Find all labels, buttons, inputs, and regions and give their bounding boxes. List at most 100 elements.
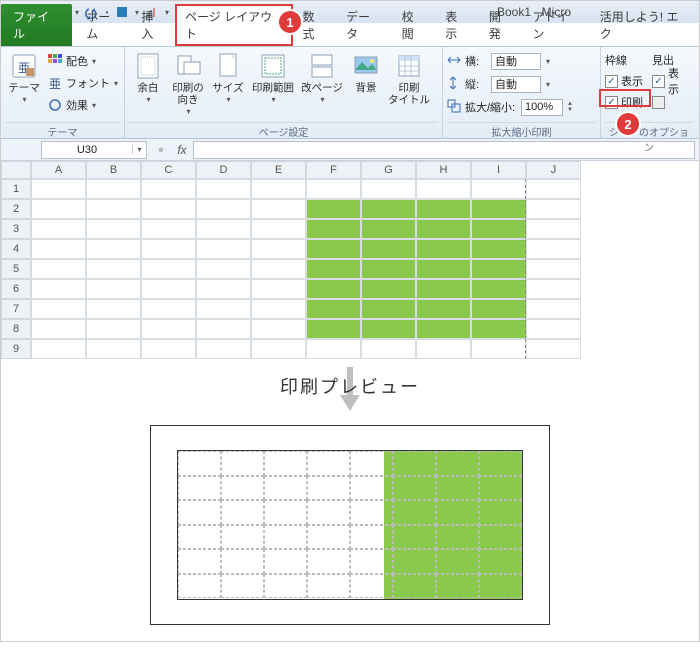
cell[interactable] — [196, 259, 251, 279]
cell[interactable] — [86, 179, 141, 199]
cell[interactable] — [31, 239, 86, 259]
cell[interactable] — [86, 339, 141, 359]
cell[interactable] — [306, 239, 361, 259]
row-header[interactable]: 9 — [1, 339, 31, 359]
cell[interactable] — [141, 339, 196, 359]
scale-height-value[interactable]: 自動 — [491, 76, 541, 93]
cell[interactable] — [31, 319, 86, 339]
cell[interactable] — [306, 339, 361, 359]
btn-margins[interactable]: 余白▾ — [129, 49, 167, 104]
tab-data[interactable]: データ — [336, 4, 391, 46]
name-box[interactable]: U30 ▾ — [41, 141, 147, 159]
tab-insert[interactable]: 挿入 — [131, 4, 175, 46]
cell[interactable] — [526, 279, 581, 299]
cell[interactable] — [251, 239, 306, 259]
cell[interactable] — [526, 219, 581, 239]
cell[interactable] — [31, 219, 86, 239]
col-header[interactable]: G — [361, 161, 416, 179]
cell[interactable] — [86, 239, 141, 259]
cell[interactable] — [31, 339, 86, 359]
cell[interactable] — [196, 339, 251, 359]
cell[interactable] — [361, 179, 416, 199]
col-header[interactable]: J — [526, 161, 581, 179]
cell[interactable] — [196, 319, 251, 339]
cell[interactable] — [471, 339, 526, 359]
worksheet-grid[interactable]: A B C D E F G H I J 123456789 — [1, 161, 699, 359]
cell[interactable] — [471, 199, 526, 219]
cell[interactable] — [471, 319, 526, 339]
row-header[interactable]: 4 — [1, 239, 31, 259]
cell[interactable] — [526, 339, 581, 359]
tab-review[interactable]: 校閲 — [392, 4, 436, 46]
chevron-down-icon[interactable]: ▾ — [546, 57, 550, 66]
cell[interactable] — [471, 279, 526, 299]
tab-file[interactable]: ファイル — [1, 4, 72, 46]
spinner-icon[interactable]: ▲▼ — [567, 101, 573, 113]
btn-print-titles[interactable]: 印刷 タイトル — [387, 49, 431, 106]
btn-colors[interactable]: 配色▾ — [45, 51, 120, 71]
cell[interactable] — [31, 279, 86, 299]
cell[interactable] — [471, 259, 526, 279]
cell[interactable] — [251, 319, 306, 339]
chk-headings-view[interactable]: ✓表示 — [652, 72, 693, 90]
cell[interactable] — [141, 259, 196, 279]
row-header[interactable]: 2 — [1, 199, 31, 219]
col-header[interactable]: A — [31, 161, 86, 179]
col-header[interactable]: H — [416, 161, 471, 179]
cell[interactable] — [31, 199, 86, 219]
cell[interactable] — [416, 219, 471, 239]
row-header[interactable]: 8 — [1, 319, 31, 339]
cell[interactable] — [141, 179, 196, 199]
chk-headings-print[interactable] — [652, 93, 693, 111]
scale-width-value[interactable]: 自動 — [491, 53, 541, 70]
cell[interactable] — [471, 179, 526, 199]
cell[interactable] — [361, 239, 416, 259]
cell[interactable] — [251, 199, 306, 219]
cell[interactable] — [526, 319, 581, 339]
cell[interactable] — [526, 199, 581, 219]
cell[interactable] — [31, 259, 86, 279]
cell[interactable] — [416, 259, 471, 279]
cell[interactable] — [196, 219, 251, 239]
cell[interactable] — [141, 239, 196, 259]
cell[interactable] — [361, 259, 416, 279]
btn-fonts[interactable]: 亜フォント▾ — [45, 73, 120, 93]
row-header[interactable]: 7 — [1, 299, 31, 319]
cell[interactable] — [141, 199, 196, 219]
col-header[interactable]: B — [86, 161, 141, 179]
cell[interactable] — [361, 299, 416, 319]
cell[interactable] — [86, 219, 141, 239]
cell[interactable] — [416, 319, 471, 339]
cell[interactable] — [416, 179, 471, 199]
cell[interactable] — [416, 299, 471, 319]
cell[interactable] — [31, 179, 86, 199]
tab-home[interactable]: ホーム — [76, 4, 131, 46]
cell[interactable] — [86, 259, 141, 279]
cell[interactable] — [361, 339, 416, 359]
row-header[interactable]: 3 — [1, 219, 31, 239]
cell[interactable] — [86, 299, 141, 319]
cell[interactable] — [361, 199, 416, 219]
cell[interactable] — [306, 219, 361, 239]
cell[interactable] — [251, 179, 306, 199]
cell[interactable] — [196, 279, 251, 299]
col-header[interactable]: C — [141, 161, 196, 179]
btn-print-area[interactable]: 印刷範囲▾ — [249, 49, 297, 104]
tab-developer[interactable]: 開発 — [479, 4, 523, 46]
cell[interactable] — [361, 319, 416, 339]
cell[interactable] — [471, 219, 526, 239]
cell[interactable] — [306, 319, 361, 339]
cell[interactable] — [306, 279, 361, 299]
cell[interactable] — [251, 299, 306, 319]
tab-page-layout[interactable]: ページ レイアウト — [175, 4, 293, 46]
cell[interactable] — [306, 259, 361, 279]
cell[interactable] — [196, 299, 251, 319]
cell[interactable] — [471, 239, 526, 259]
row-header[interactable]: 1 — [1, 179, 31, 199]
cell[interactable] — [416, 339, 471, 359]
cell[interactable] — [361, 219, 416, 239]
fx-icon[interactable]: fx — [171, 143, 193, 157]
cell[interactable] — [86, 279, 141, 299]
cell[interactable] — [196, 179, 251, 199]
btn-breaks[interactable]: 改ページ▾ — [299, 49, 345, 104]
